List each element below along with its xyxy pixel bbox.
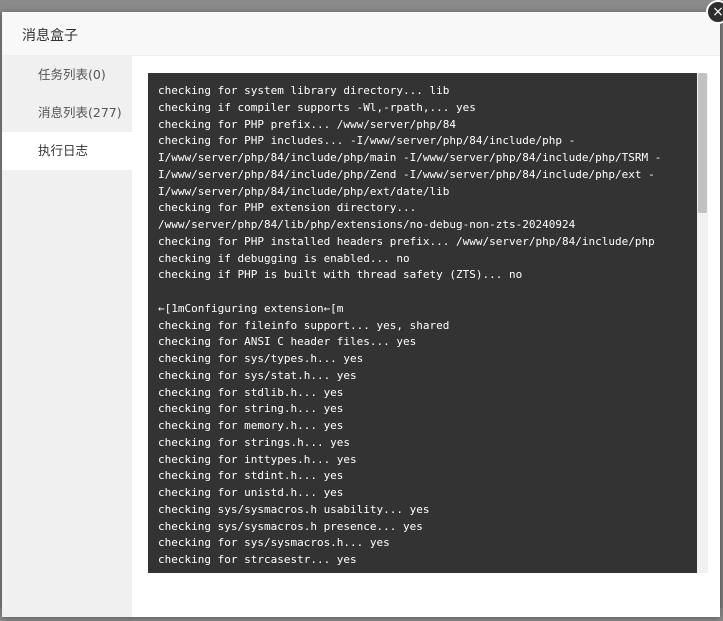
dialog-sidebar: 任务列表(0) 消息列表(277) 执行日志 <box>2 56 132 617</box>
log-line: checking for sys/sysmacros.h... yes <box>158 536 390 550</box>
log-line: checking for PHP prefix... /www/server/p… <box>158 117 457 131</box>
log-line: /www/server/php/84/lib/php/extensions/no… <box>158 218 576 231</box>
sidebar-item-message-list[interactable]: 消息列表(277) <box>2 94 132 132</box>
log-line: checking for memory.h... yes <box>158 419 344 432</box>
log-scrollbar-thumb[interactable] <box>698 73 707 213</box>
log-line: checking for sys/stat.h... yes <box>158 368 357 382</box>
log-line: checking for strcasestr... yes <box>158 553 357 566</box>
log-line: checking for stdlib.h... yes <box>158 385 344 399</box>
close-icon[interactable]: × <box>706 0 723 24</box>
dialog-header: 消息盒子 <box>2 12 720 56</box>
log-line: checking if compiler supports -Wl,-rpath… <box>158 100 476 114</box>
sidebar-item-task-list[interactable]: 任务列表(0) <box>2 56 132 94</box>
log-line: checking if PHP is built with thread saf… <box>158 268 523 282</box>
log-line: checking sys/sysmacros.h presence... yes <box>158 519 423 533</box>
log-line: checking for stdint.h... yes <box>158 469 344 483</box>
log-line: checking for system library directory...… <box>158 84 450 97</box>
log-scrollbar[interactable] <box>697 73 708 573</box>
log-line: checking for unistd.h... yes <box>158 486 344 499</box>
log-line: checking for inttypes.h... yes <box>158 452 357 466</box>
log-line: checking for string.h... yes <box>158 402 344 416</box>
log-line: I/www/server/php/84/include/php/main -I/… <box>158 151 662 164</box>
log-line: checking for ANSI C header files... yes <box>158 335 417 349</box>
execution-log-panel[interactable]: checking for system library directory...… <box>148 73 708 573</box>
log-output: checking for system library directory...… <box>158 83 698 569</box>
background-page-top <box>0 0 723 12</box>
log-line: checking for PHP includes... -I/www/serv… <box>158 134 576 148</box>
log-line: checking for sys/types.h... yes <box>158 352 364 365</box>
log-line: ←[1mConfiguring extension←[m <box>158 301 344 315</box>
dialog-title: 消息盒子 <box>22 28 78 44</box>
message-box-dialog: 消息盒子 × 任务列表(0) 消息列表(277) 执行日志 checking f… <box>2 0 723 617</box>
log-line: I/www/server/php/84/include/php/ext/date… <box>158 184 450 198</box>
log-line: checking for fileinfo support... yes, sh… <box>158 318 450 332</box>
log-line: checking for strings.h... yes <box>158 435 351 449</box>
log-line: I/www/server/php/84/include/php/Zend -I/… <box>158 167 655 181</box>
sidebar-item-execution-log[interactable]: 执行日志 <box>2 132 132 170</box>
log-line: checking for PHP extension directory... <box>158 201 417 215</box>
log-line: checking for PHP installed headers prefi… <box>158 234 655 248</box>
log-line: checking sys/sysmacros.h usability... ye… <box>158 502 430 516</box>
log-line: checking if debugging is enabled... no <box>158 251 410 265</box>
